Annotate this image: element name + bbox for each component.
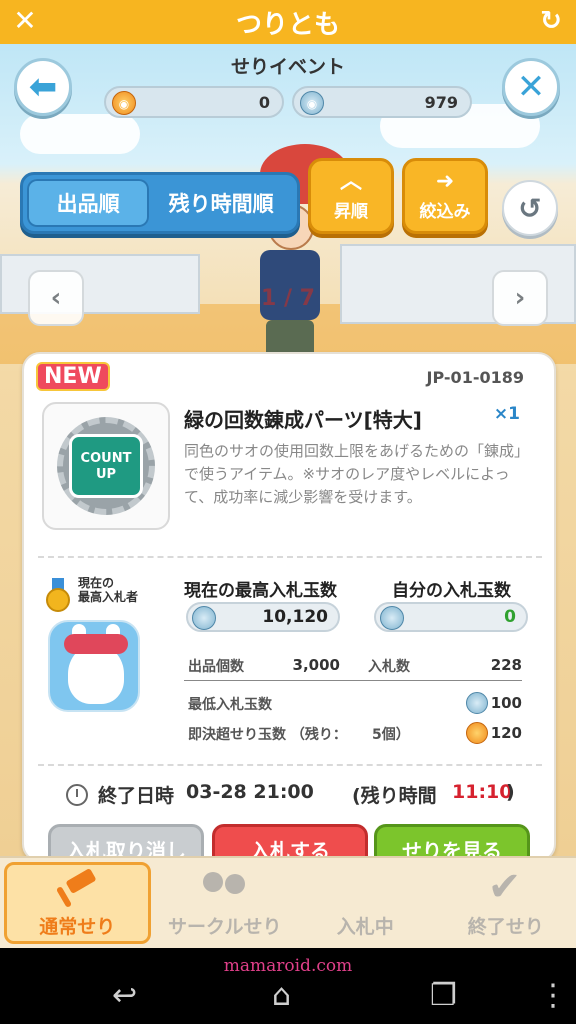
remaining-time-label: (残り時間 <box>352 785 437 807</box>
next-page-button[interactable]: › <box>492 270 548 326</box>
item-thumbnail: COUNT UP <box>42 402 170 530</box>
item-name: 緑の回数錬成パーツ[特大] <box>184 408 422 432</box>
gold-coin-balance: ◉ 0 <box>104 86 284 118</box>
buyout-remaining: 5個） <box>372 727 410 743</box>
blue-fish-coin-icon: ◉ <box>300 91 324 115</box>
item-code: JP-01-0189 <box>426 368 524 387</box>
android-navigation-bar: mamaroid.com ↩ ⌂ ❐ ⋮ <box>0 948 576 1024</box>
back-nav-icon[interactable]: ↩ <box>112 978 137 1013</box>
current-highest-value: 10,120 <box>186 602 340 632</box>
blue-fish-coin-icon <box>380 606 404 630</box>
end-time-value: 03-28 21:00 <box>186 781 314 803</box>
event-title: せりイベント <box>230 56 345 78</box>
divider <box>38 556 542 558</box>
hammer-icon <box>53 868 101 908</box>
reload-icon[interactable]: ↻ <box>536 6 566 36</box>
gold-fish-coin-icon: ◉ <box>112 91 136 115</box>
ascending-label: 昇順 <box>334 201 368 222</box>
chevron-up-icon: ︿ <box>339 168 362 194</box>
remaining-time-close: ) <box>506 781 515 803</box>
blue-fish-coin-icon <box>192 606 216 630</box>
arrow-right-icon: ➜ <box>435 168 455 194</box>
tab-normal-auction[interactable]: 通常せり <box>4 862 151 944</box>
buyout-value: 120 <box>490 724 522 742</box>
blue-coin-balance: ◉ 979 <box>292 86 472 118</box>
tab-label: サークルせり <box>168 915 282 938</box>
watermark: mamaroid.com <box>223 956 353 976</box>
home-nav-icon[interactable]: ⌂ <box>272 978 291 1013</box>
listing-count-label: 出品個数 <box>188 659 244 675</box>
divider <box>38 764 542 766</box>
min-bid-label: 最低入札玉数 <box>188 697 272 713</box>
chevron-left-icon: ‹ <box>50 283 62 313</box>
clock-icon <box>66 784 88 806</box>
gold-fish-coin-icon <box>466 722 488 744</box>
money-bag-icon <box>341 867 389 908</box>
chevron-right-icon: › <box>514 283 526 313</box>
gear-icon: COUNT UP <box>57 417 155 515</box>
min-bid-value: 100 <box>490 694 522 712</box>
item-description: 同色のサオの使用回数上限をあげるための「錬成」で使うアイテム。※サオのレア度やレ… <box>184 442 522 506</box>
buyout-label: 即決超せり玉数 （残り： <box>188 727 347 743</box>
bottom-tab-bar: 通常せり サークルせり 入札中 終了せり <box>0 856 576 948</box>
sort-by-remaining-time-button[interactable]: 残り時間順 <box>149 179 293 227</box>
my-bid-label: 自分の入札玉数 <box>392 581 511 601</box>
item-quantity: ×1 <box>493 404 520 424</box>
sort-by-listing-button[interactable]: 出品順 <box>27 179 150 227</box>
new-badge: NEW <box>36 362 110 391</box>
tab-label: 入札中 <box>336 915 394 938</box>
close-button[interactable]: ✕ <box>502 58 560 116</box>
ascending-button[interactable]: ︿ 昇順 <box>308 158 394 234</box>
thumb-text: COUNT <box>80 451 132 466</box>
my-bid-value: 0 <box>374 602 528 632</box>
blue-coin-count: 979 <box>424 92 458 112</box>
tab-bidding[interactable]: 入札中 <box>295 858 436 948</box>
app-titlebar: ✕ つりとも ↻ <box>0 0 576 44</box>
refresh-icon: ↺ <box>518 191 542 225</box>
medal-icon <box>46 578 70 612</box>
tab-ended-auction[interactable]: 終了せり <box>436 858 576 948</box>
tab-label: 通常せり <box>39 915 116 938</box>
remaining-time-value: 11:10 <box>452 781 513 803</box>
end-time-label: 終了日時 <box>98 785 175 807</box>
recent-apps-icon[interactable]: ❐ <box>430 978 457 1013</box>
filter-label: 絞込み <box>419 201 471 222</box>
blue-fish-coin-icon <box>466 692 488 714</box>
highest-bidder-avatar[interactable] <box>48 620 140 712</box>
divider-line <box>184 680 522 681</box>
current-highest-label: 現在の最高入札玉数 <box>184 581 337 601</box>
gold-coin-count: 0 <box>258 92 270 112</box>
prev-page-button[interactable]: ‹ <box>28 270 84 326</box>
close-app-icon[interactable]: ✕ <box>10 6 40 36</box>
listing-count-value: 3,000 <box>292 656 340 674</box>
filter-button[interactable]: ➜ 絞込み <box>402 158 488 234</box>
thumb-text: UP <box>95 467 117 482</box>
bid-count-label: 入札数 <box>368 659 410 675</box>
bid-count-value: 228 <box>490 656 522 674</box>
tab-label: 終了せり <box>467 915 544 938</box>
page-indicator: 1 / 7 <box>261 286 315 311</box>
people-icon <box>201 868 249 908</box>
close-icon: ✕ <box>516 67 546 107</box>
refresh-button[interactable]: ↺ <box>502 180 558 236</box>
sort-toggle: 出品順 残り時間順 <box>20 172 300 234</box>
check-icon <box>482 864 530 910</box>
cloud <box>20 114 140 154</box>
tab-circle-auction[interactable]: サークルせり <box>155 858 296 948</box>
highest-bidder-label: 現在の 最高入札者 <box>78 576 139 604</box>
app-title: つりとも <box>235 9 340 40</box>
auction-item-card: NEW JP-01-0189 COUNT UP 緑の回数錬成パーツ[特大] ×1… <box>22 352 556 862</box>
menu-dots-icon[interactable]: ⋮ <box>538 978 568 1013</box>
